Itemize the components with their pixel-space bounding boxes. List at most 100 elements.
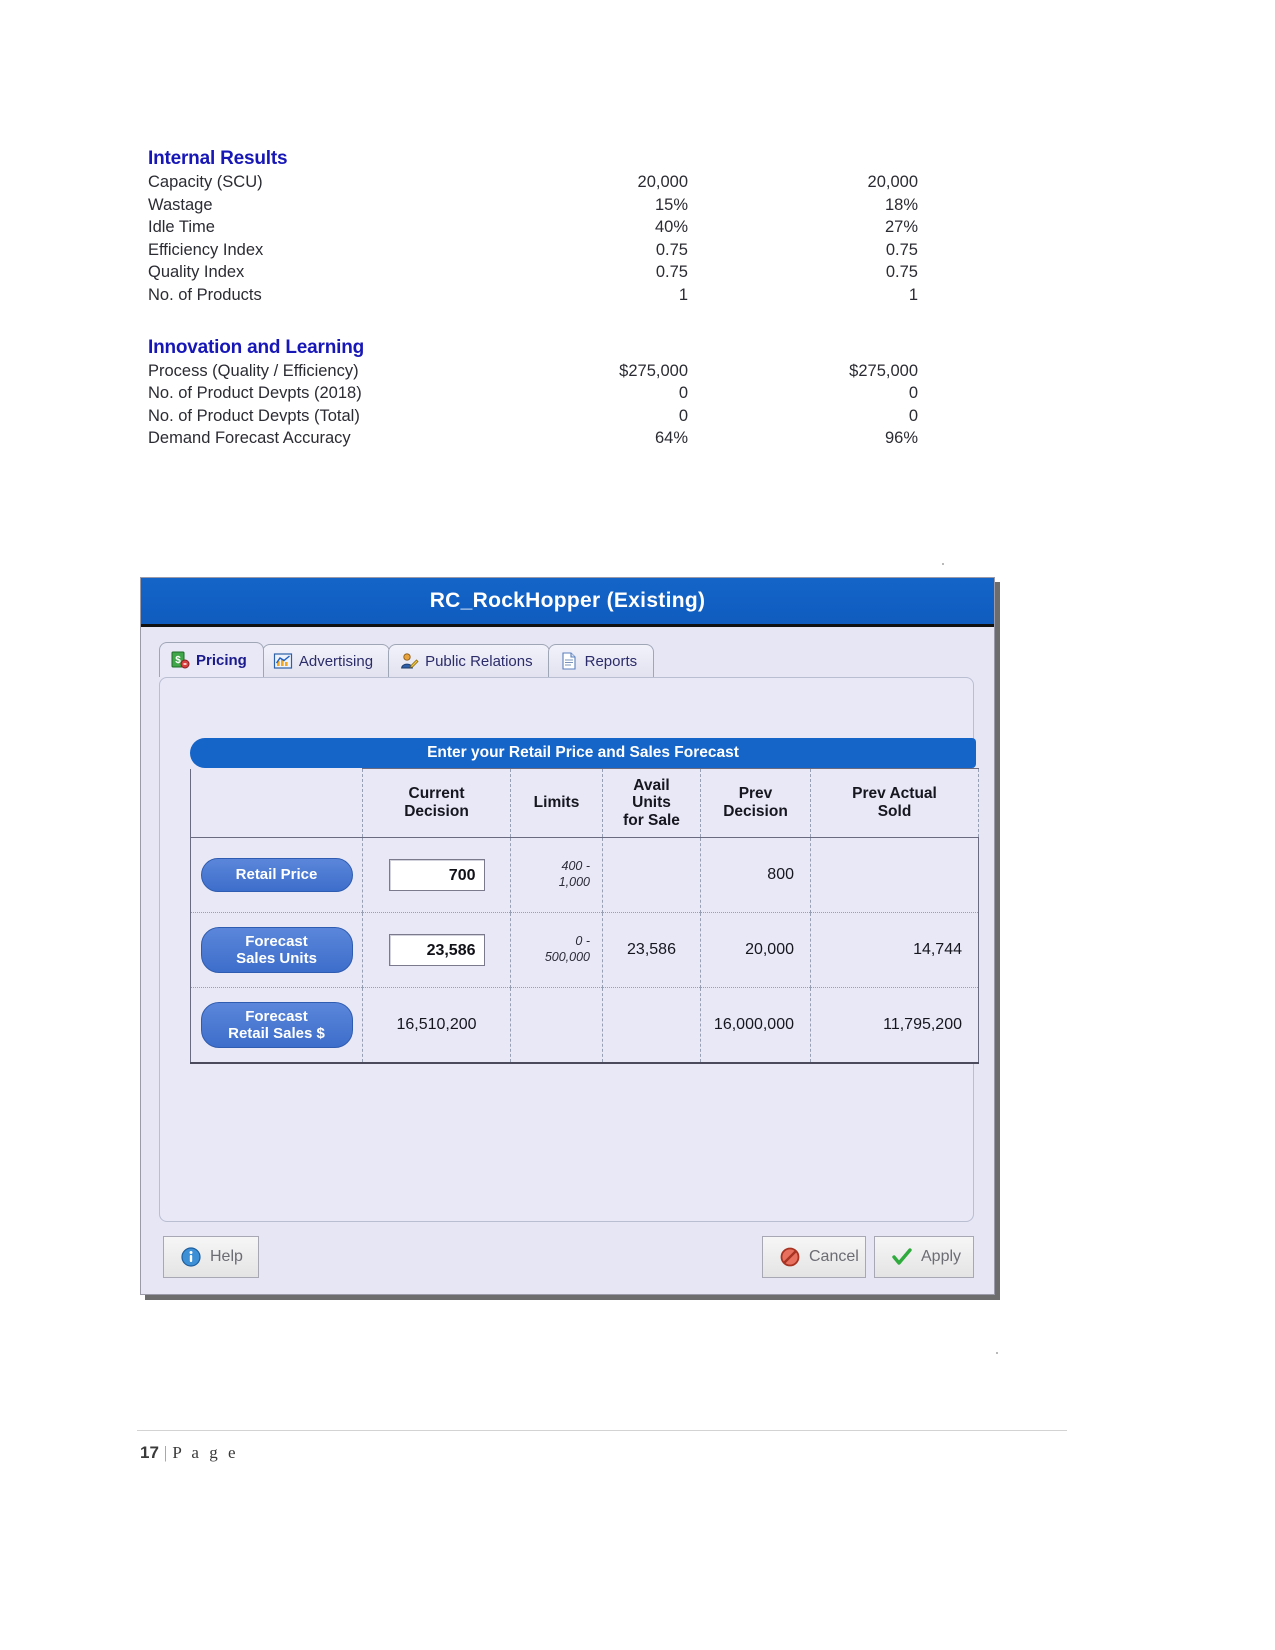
retail-price-input[interactable]: 700 — [388, 859, 485, 891]
row-value-col1: $275,000 — [619, 361, 688, 380]
cancel-button[interactable]: Cancel — [762, 1236, 866, 1278]
report-section-innovation-and-learning: Innovation and Learning Process (Quality… — [148, 337, 918, 452]
row-label-pill-retail-price: Retail Price — [200, 858, 353, 892]
cell-current-decision: 16,510,200 — [362, 987, 511, 1064]
column-header-current-decision: Current Decision — [362, 768, 511, 838]
tab-label-public-relations: Public Relations — [425, 652, 533, 670]
cell-avail-units: 23,586 — [602, 912, 701, 988]
row-label-cell: Forecast Retail Sales $ — [190, 987, 363, 1064]
row-value-col1: 0 — [678, 384, 688, 403]
cell-prev-actual-sold — [810, 837, 979, 913]
cell-limits: 0 - 500,000 — [510, 912, 603, 988]
tab-advertising[interactable]: Advertising — [261, 644, 391, 677]
limits-line-1: 0 - — [575, 934, 590, 949]
report-row: Demand Forecast Accuracy 64% 96% — [148, 429, 918, 452]
header-line-1: Current — [408, 785, 465, 803]
tab-label-reports: Reports — [584, 652, 638, 670]
help-button-label: Help — [210, 1248, 243, 1265]
row-label-pill-forecast-retail-sales: Forecast Retail Sales $ — [200, 1001, 353, 1048]
cell-prev-actual-sold: 14,744 — [810, 912, 979, 988]
row-label: No. of Products — [148, 285, 262, 304]
info-icon — [180, 1246, 202, 1268]
row-value-col2: 0.75 — [885, 263, 918, 282]
cell-limits: 400 - 1,000 — [510, 837, 603, 913]
tab-label-pricing: Pricing — [196, 651, 247, 669]
public-relations-icon — [399, 651, 419, 671]
tab-pricing[interactable]: $ Pricing — [159, 642, 264, 677]
report-row: No. of Products 1 1 — [148, 285, 918, 309]
reports-document-icon — [559, 651, 579, 671]
row-label: Efficiency Index — [148, 240, 264, 259]
page-speck — [942, 563, 944, 565]
page-footer-word: P a g e — [172, 1443, 239, 1462]
column-header-prev-decision: Prev Decision — [700, 768, 811, 838]
section-heading-internal-results: Internal Results — [148, 148, 288, 169]
row-value-col1: 40% — [654, 218, 688, 237]
help-button[interactable]: Help — [163, 1236, 259, 1278]
row-label: Demand Forecast Accuracy — [148, 429, 351, 448]
pricing-panel: Enter your Retail Price and Sales Foreca… — [159, 677, 979, 1222]
row-value-col1: 0 — [678, 406, 688, 425]
pill-line-1: Forecast — [245, 1007, 308, 1025]
page-speck — [996, 1352, 998, 1354]
cell-current-decision[interactable]: 700 — [362, 837, 511, 913]
page-number: 17 — [140, 1443, 159, 1462]
row-value-col2: 0.75 — [885, 240, 918, 259]
row-value-col1: 20,000 — [637, 173, 688, 191]
prev-actual-sold-value: 14,744 — [913, 941, 962, 958]
header-line-1: Avail — [633, 776, 670, 794]
header-line-2: Sold — [877, 803, 912, 820]
row-value-col1: 64% — [654, 429, 688, 448]
dialog-title: RC_RockHopper (Existing) — [429, 589, 706, 612]
checkmark-icon — [891, 1246, 913, 1268]
cell-prev-decision: 20,000 — [700, 912, 811, 988]
tab-reports[interactable]: Reports — [547, 644, 655, 677]
cell-avail-units — [602, 987, 701, 1064]
cell-avail-units — [602, 837, 701, 913]
row-value-col2: 0 — [908, 406, 918, 425]
report-section-internal-results: Internal Results Capacity (SCU) 20,000 2… — [148, 148, 918, 309]
header-line-2: Decision — [723, 803, 788, 820]
limits-line-2: 500,000 — [544, 950, 590, 964]
column-header-avail-units-for-sale: Avail Units for Sale — [602, 768, 701, 838]
advertising-chart-icon — [273, 651, 293, 671]
forecast-retail-sales-value: 16,510,200 — [396, 1015, 477, 1033]
row-value-col2: 96% — [884, 429, 918, 448]
row-value-col1: 0.75 — [655, 240, 688, 259]
limits-line-2: 1,000 — [558, 875, 590, 889]
header-line-1: Prev — [738, 785, 773, 803]
row-label-pill-forecast-sales-units: Forecast Sales Units — [200, 926, 353, 974]
row-value-col2: 27% — [884, 218, 918, 237]
tab-public-relations[interactable]: Public Relations — [388, 644, 550, 677]
table-header-row: Current Decision Limits Avail Units for … — [190, 768, 979, 838]
forecast-sales-units-input[interactable]: 23,586 — [388, 934, 485, 966]
apply-button[interactable]: Apply — [874, 1236, 974, 1278]
header-line-1: Limits — [533, 794, 580, 812]
cancel-button-label: Cancel — [809, 1248, 859, 1265]
row-value-col1: 0.75 — [655, 263, 688, 282]
page-footer-separator: | — [163, 1443, 168, 1462]
row-label: Wastage — [148, 195, 213, 214]
column-header-limits: Limits — [510, 768, 603, 838]
report-row: No. of Product Devpts (2018) 0 0 — [148, 384, 918, 407]
row-value-col2: 20,000 — [867, 173, 918, 191]
table-row-forecast-retail-sales: Forecast Retail Sales $ 16,510,200 16,00… — [190, 987, 979, 1064]
header-line-2: Decision — [404, 803, 469, 820]
report-row: Efficiency Index 0.75 0.75 — [148, 240, 918, 264]
limits-line-1: 400 - — [561, 859, 591, 874]
cell-prev-decision: 800 — [700, 837, 811, 913]
prev-actual-sold-value: 11,795,200 — [883, 1015, 962, 1033]
pricing-icon: $ — [170, 650, 190, 670]
cell-current-decision[interactable]: 23,586 — [362, 912, 511, 988]
header-line-2: Units — [632, 794, 671, 812]
panel-banner-label: Enter your Retail Price and Sales Foreca… — [427, 744, 739, 761]
internal-results-report: Internal Results Capacity (SCU) 20,000 2… — [148, 148, 918, 452]
cell-prev-decision: 16,000,000 — [700, 987, 811, 1064]
table-row-forecast-sales-units: Forecast Sales Units 23,586 0 - 500,000 — [190, 912, 979, 988]
limits-text: 0 - 500,000 — [511, 934, 602, 965]
footer-divider — [137, 1430, 1067, 1431]
svg-text:$: $ — [175, 655, 181, 666]
row-label: Capacity (SCU) — [148, 173, 263, 191]
dialog-titlebar: RC_RockHopper (Existing) — [141, 578, 994, 627]
report-row: No. of Product Devpts (Total) 0 0 — [148, 406, 918, 430]
